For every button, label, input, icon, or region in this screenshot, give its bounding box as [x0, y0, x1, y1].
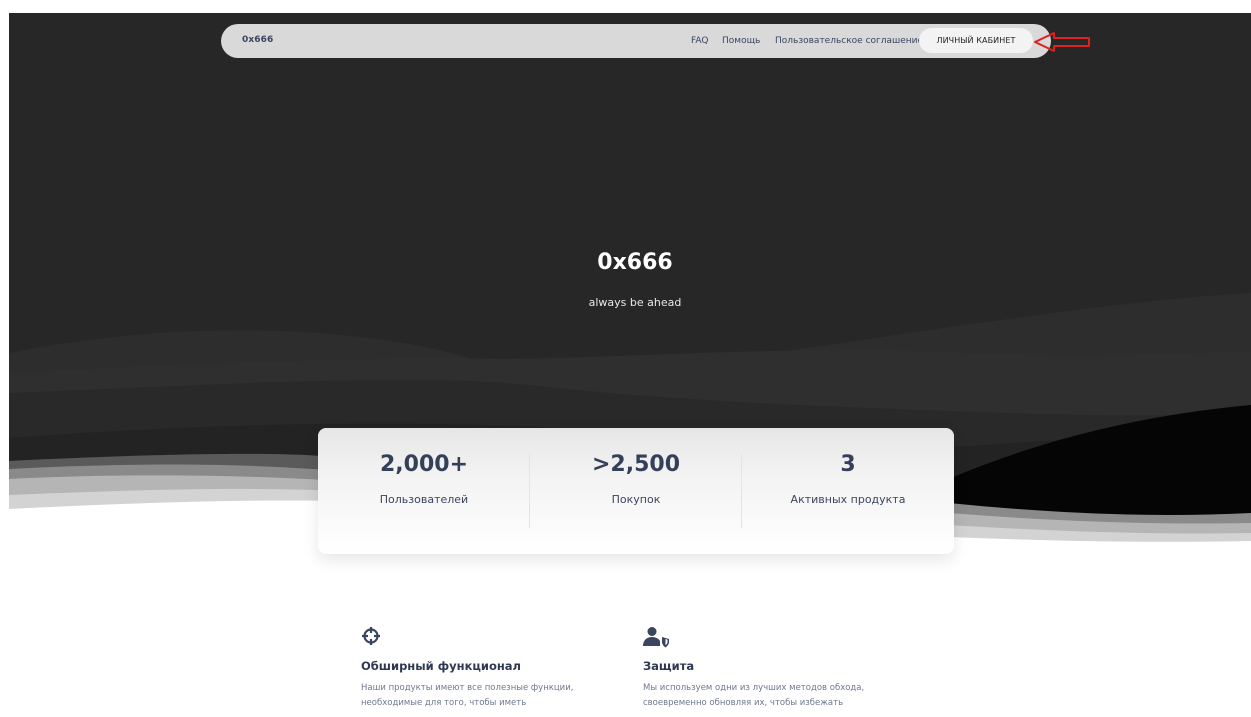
nav-link-help[interactable]: Помощь — [722, 36, 760, 46]
stats-card: 2,000+ Пользователей >2,500 Покупок 3 Ак… — [318, 428, 954, 554]
user-shield-icon — [643, 627, 669, 648]
crosshair-icon — [362, 627, 380, 645]
stat-label: Пользователей — [379, 493, 469, 506]
feature-description: Наши продукты имеют все полезные функции… — [361, 683, 574, 708]
stat-value: 3 — [840, 452, 856, 477]
red-arrow-annotation — [1034, 32, 1090, 52]
brand-logo[interactable]: 0x666 — [242, 35, 273, 45]
feature-description: Мы используем одни из лучших методов обх… — [643, 683, 865, 708]
stat-label: Покупок — [611, 493, 661, 506]
stat-users: 2,000+ Пользователей — [318, 428, 530, 554]
nav-link-faq[interactable]: FAQ — [691, 36, 708, 46]
feature-title: Обширный функционал — [361, 659, 521, 673]
stat-label: Активных продукта — [790, 493, 906, 506]
stat-value: 2,000+ — [379, 452, 469, 477]
nav-link-user-agreement[interactable]: Пользовательское соглашение — [775, 36, 923, 46]
hero-subtitle: always be ahead — [588, 296, 682, 309]
hero-title: 0x666 — [597, 250, 673, 275]
personal-cabinet-button[interactable]: ЛИЧНЫЙ КАБИНЕТ — [919, 28, 1033, 53]
stat-value: >2,500 — [591, 452, 681, 477]
stat-active-products: 3 Активных продукта — [742, 428, 954, 554]
stat-purchases: >2,500 Покупок — [530, 428, 742, 554]
feature-title: Защита — [643, 659, 695, 673]
